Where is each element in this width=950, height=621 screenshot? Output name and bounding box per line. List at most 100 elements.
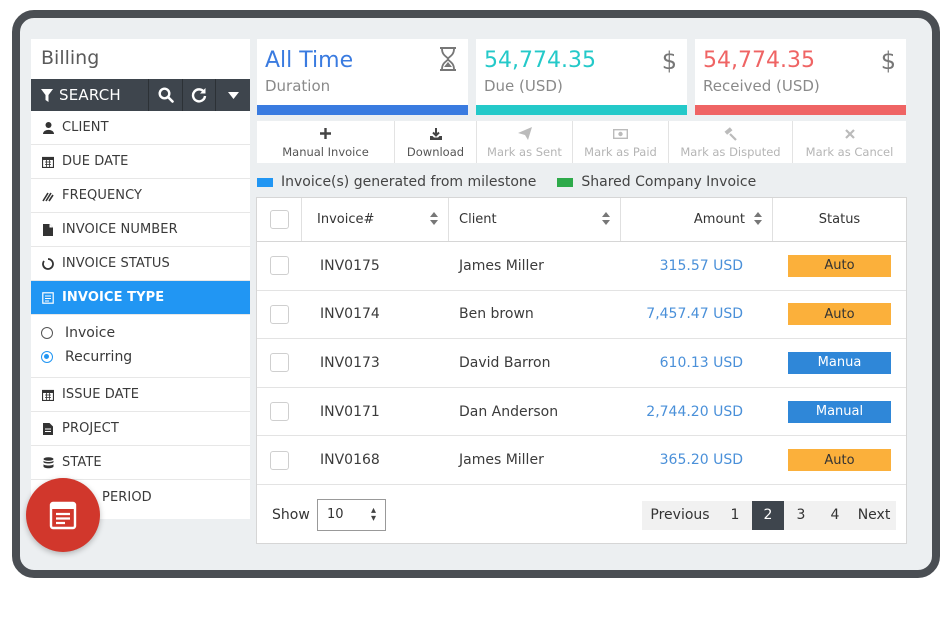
previous-page-button[interactable]: Previous: [642, 501, 718, 530]
status-ring-icon: [41, 257, 55, 271]
card-due: 54,774.35 Due (USD) $: [476, 39, 687, 115]
row-select-cell: [257, 339, 302, 387]
table-row[interactable]: INV0175 James Miller 315.57 USD Auto: [257, 242, 906, 291]
amount: 365.20 USD: [659, 452, 743, 469]
row-select-cell: [257, 436, 302, 484]
search-button[interactable]: SEARCH: [31, 79, 148, 111]
amount: 315.57 USD: [659, 257, 743, 274]
toolbar-label: Mark as Disputed: [680, 144, 781, 159]
row-checkbox[interactable]: [270, 402, 289, 422]
download-button[interactable]: Download: [395, 121, 477, 163]
manual-invoice-button[interactable]: Manual Invoice: [257, 121, 395, 163]
refresh-icon: [192, 88, 207, 103]
legend-label: Shared Company Invoice: [581, 174, 757, 190]
dollar-icon: $: [880, 47, 896, 75]
page-size-select[interactable]: 10 ▴ ▾: [317, 498, 386, 531]
option-invoice[interactable]: Invoice: [41, 321, 250, 345]
legend-label: Invoice(s) generated from milestone: [281, 174, 537, 190]
gavel-icon: [724, 126, 738, 142]
card-label: Received (USD): [703, 77, 820, 95]
table-row[interactable]: INV0173 David Barron 610.13 USD Manua: [257, 339, 906, 388]
toolbar-label: Mark as Sent: [487, 144, 562, 159]
mark-as-disputed-button[interactable]: Mark as Disputed: [669, 121, 793, 163]
filter-invoice-number[interactable]: INVOICE NUMBER: [31, 213, 250, 247]
card-accent-bar: [695, 105, 906, 115]
search-dropdown-button[interactable]: [216, 79, 250, 111]
client-name: Dan Anderson: [459, 403, 559, 420]
table-row[interactable]: INV0168 James Miller 365.20 USD Auto: [257, 436, 906, 485]
invoice-number[interactable]: INV0174: [302, 291, 449, 339]
mark-as-sent-button[interactable]: Mark as Sent: [477, 121, 573, 163]
magnifier-button[interactable]: [149, 79, 182, 111]
row-checkbox[interactable]: [270, 304, 289, 324]
frequency-icon: [41, 189, 55, 203]
card-accent-bar: [476, 105, 687, 115]
money-icon: [613, 126, 628, 142]
client-name: James Miller: [459, 257, 544, 274]
invoice-number[interactable]: INV0171: [302, 388, 449, 436]
sidebar-title: Billing: [41, 47, 100, 69]
mark-as-cancel-button[interactable]: Mark as Cancel: [793, 121, 906, 163]
filter-client[interactable]: CLIENT: [31, 111, 250, 145]
invoice-number[interactable]: INV0175: [302, 242, 449, 290]
legend-item-milestone: Invoice(s) generated from milestone: [257, 174, 536, 190]
radio-recurring[interactable]: [41, 351, 53, 363]
row-checkbox[interactable]: [270, 256, 289, 276]
amount: 610.13 USD: [659, 354, 743, 371]
client-name: James Miller: [459, 452, 544, 469]
filter-label: STATE: [62, 455, 102, 470]
page-1-button[interactable]: 1: [718, 501, 752, 530]
filter-project[interactable]: PROJECT: [31, 412, 250, 446]
filter-due-date[interactable]: DUE DATE: [31, 145, 250, 179]
status-cell: Auto: [773, 436, 906, 484]
caret-down-icon: [227, 91, 239, 99]
filter-label: CLIENT: [62, 120, 109, 135]
user-icon: [41, 121, 55, 135]
refresh-button[interactable]: [183, 79, 216, 111]
page-4-button[interactable]: 4: [818, 501, 852, 530]
hourglass-icon: [438, 47, 458, 77]
status-badge: Manual: [788, 400, 891, 423]
filter-invoice-type[interactable]: INVOICE TYPE: [31, 281, 250, 315]
project-icon: [41, 422, 55, 436]
row-checkbox[interactable]: [270, 450, 289, 470]
column-header-amount[interactable]: Amount: [621, 198, 773, 241]
filter-issue-date[interactable]: ISSUE DATE: [31, 378, 250, 412]
search-icon: [158, 87, 174, 103]
column-header-status[interactable]: Status: [773, 198, 906, 241]
status-badge: Auto: [788, 449, 891, 472]
row-checkbox[interactable]: [270, 353, 289, 373]
invoice-number[interactable]: INV0173: [302, 339, 449, 387]
dollar-icon: $: [661, 47, 677, 75]
page-2-button[interactable]: 2: [752, 500, 784, 530]
page-3-button[interactable]: 3: [784, 501, 818, 530]
mark-as-paid-button[interactable]: Mark as Paid: [573, 121, 669, 163]
column-header-client[interactable]: Client: [449, 198, 621, 241]
billing-fab-button[interactable]: [26, 478, 100, 552]
next-page-button[interactable]: Next: [852, 501, 896, 530]
filter-label: PERIOD: [102, 489, 152, 505]
select-all-checkbox[interactable]: [269, 210, 289, 229]
filter-label: DUE DATE: [62, 154, 129, 169]
table-row[interactable]: INV0171 Dan Anderson 2,744.20 USD Manual: [257, 388, 906, 437]
pagination: Previous 1 2 3 4 Next: [642, 500, 896, 530]
column-header-invoice[interactable]: Invoice#: [302, 198, 449, 241]
card-label: Duration: [265, 77, 331, 95]
filter-frequency[interactable]: FREQUENCY: [31, 179, 250, 213]
sort-icon: [754, 212, 762, 225]
filter-label: INVOICE NUMBER: [62, 222, 178, 237]
client-name: Ben brown: [459, 306, 534, 323]
status-cell: Manua: [773, 339, 906, 387]
invoice-number[interactable]: INV0168: [302, 436, 449, 484]
send-icon: [517, 126, 532, 142]
column-label: Amount: [693, 212, 745, 227]
legend-swatch: [257, 177, 273, 187]
invoice-type-options: Invoice Recurring: [31, 315, 250, 378]
table-row[interactable]: INV0174 Ben brown 7,457.47 USD Auto: [257, 291, 906, 340]
filter-invoice-status[interactable]: INVOICE STATUS: [31, 247, 250, 281]
radio-invoice[interactable]: [41, 327, 53, 339]
column-label: Invoice#: [317, 212, 375, 227]
filter-state[interactable]: STATE: [31, 446, 250, 480]
option-recurring[interactable]: Recurring: [41, 345, 250, 369]
document-icon: [41, 223, 55, 237]
